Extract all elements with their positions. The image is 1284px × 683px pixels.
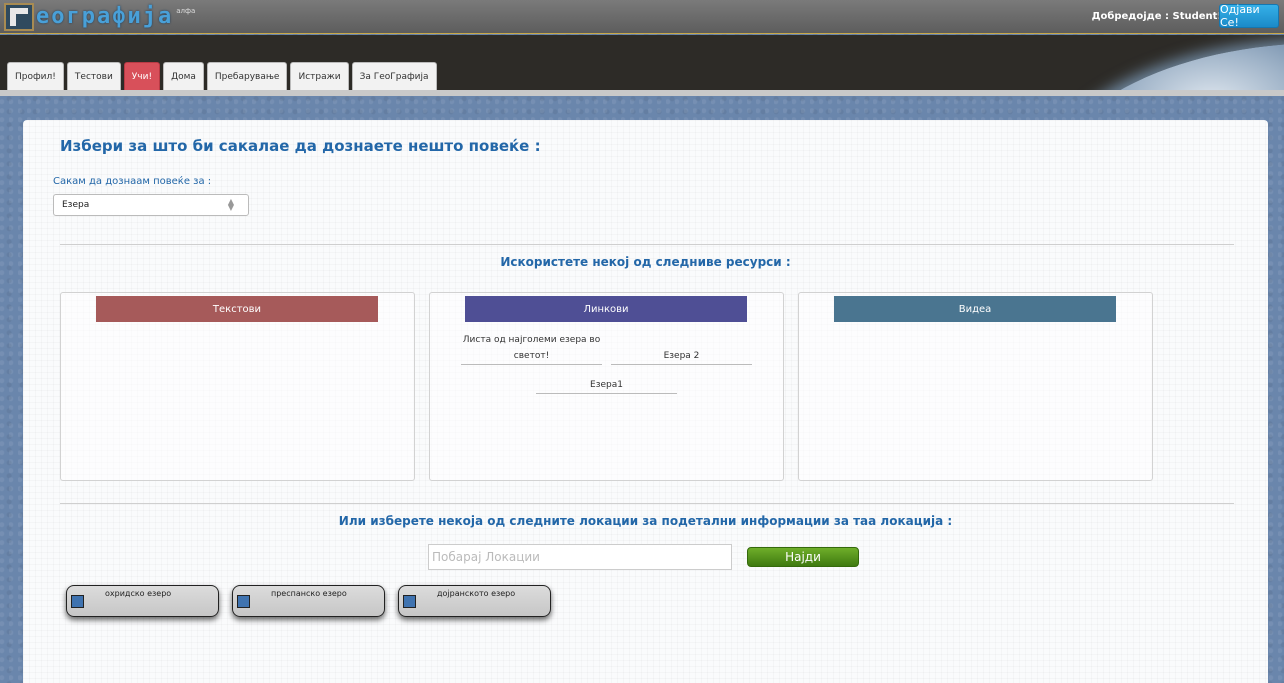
location-label: охридско езеро bbox=[105, 589, 172, 598]
resource-header-texts[interactable]: Текстови bbox=[96, 296, 378, 322]
location-icon bbox=[71, 595, 84, 608]
resource-link[interactable]: Листа од најголеми езера во светот! bbox=[461, 332, 602, 365]
logout-button[interactable]: Одјави Се! bbox=[1219, 3, 1279, 29]
welcome-text: Добредојде : Student! bbox=[1091, 11, 1222, 22]
main-panel: Избери за што би сакалае да дознаете неш… bbox=[23, 120, 1268, 683]
search-placeholder: Побарај Локации bbox=[432, 550, 540, 564]
top-bar: еографија алфа Добредојде : Student! Одј… bbox=[0, 0, 1284, 34]
app-logo[interactable]: еографија алфа bbox=[4, 3, 195, 31]
resource-link[interactable]: Езера1 bbox=[536, 377, 677, 394]
location-label: преспанско езеро bbox=[271, 589, 347, 598]
tab-about[interactable]: За ГеоГрафија bbox=[351, 62, 437, 90]
location-icon bbox=[237, 595, 250, 608]
location-icon bbox=[403, 595, 416, 608]
resource-box-videos: Видеа bbox=[798, 292, 1153, 481]
tab-tests[interactable]: Тестови bbox=[66, 62, 121, 90]
tab-profile[interactable]: Профил! bbox=[7, 62, 64, 90]
location-card[interactable]: дојранското езеро bbox=[398, 585, 551, 617]
resource-header-links[interactable]: Линкови bbox=[465, 296, 747, 322]
divider bbox=[60, 244, 1234, 245]
logo-text: еографија bbox=[36, 4, 174, 29]
topic-select-value: Езера bbox=[62, 200, 90, 210]
location-search-input[interactable]: Побарај Локации bbox=[428, 544, 732, 570]
resources-title: Искористете некој од следниве ресурси : bbox=[500, 255, 791, 269]
logo-icon bbox=[4, 3, 34, 31]
topic-select[interactable]: Езера ▲ ▼ bbox=[53, 194, 249, 216]
resource-link[interactable]: Езера 2 bbox=[611, 348, 752, 365]
logo-version: алфа bbox=[176, 7, 196, 15]
tab-explore[interactable]: Истражи bbox=[290, 62, 349, 90]
location-label: дојранското езеро bbox=[437, 589, 516, 598]
topic-select-label: Сакам да дознаам повеќе за : bbox=[53, 176, 212, 187]
tab-home[interactable]: Дома bbox=[163, 62, 204, 90]
select-arrows-icon: ▲ ▼ bbox=[227, 197, 234, 212]
tab-learn[interactable]: Учи! bbox=[123, 62, 161, 90]
resource-header-videos[interactable]: Видеа bbox=[834, 296, 1116, 322]
divider bbox=[60, 503, 1234, 504]
nav-divider bbox=[0, 90, 1284, 96]
find-button[interactable]: Најди bbox=[747, 547, 859, 567]
location-card[interactable]: преспанско езеро bbox=[232, 585, 385, 617]
resource-box-texts: Текстови bbox=[60, 292, 415, 481]
location-card[interactable]: охридско езеро bbox=[66, 585, 219, 617]
tab-search[interactable]: Пребарување bbox=[206, 62, 288, 90]
main-nav: Профил! Тестови Учи! Дома Пребарување Ис… bbox=[7, 62, 437, 90]
page-title: Избери за што би сакалае да дознаете неш… bbox=[60, 137, 541, 155]
resource-box-links: Линкови Листа од најголеми езера во свет… bbox=[429, 292, 784, 481]
locations-title: Или изберете некоја од следните локации … bbox=[338, 514, 953, 528]
earth-image bbox=[1024, 35, 1284, 90]
